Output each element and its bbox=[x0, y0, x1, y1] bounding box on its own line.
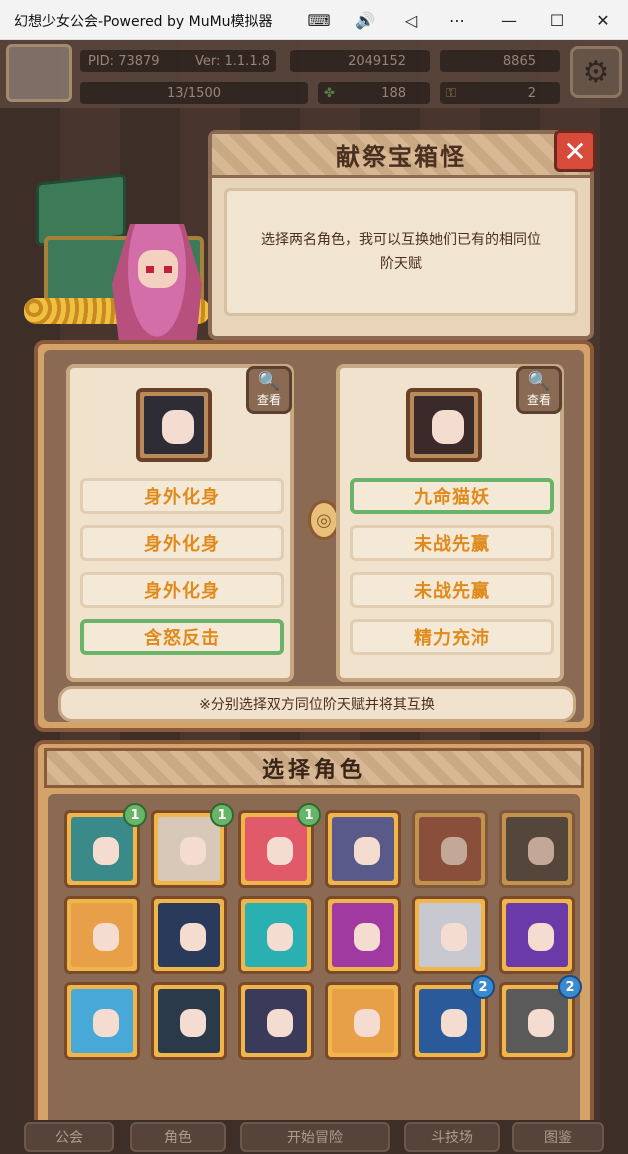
pid-text: PID: 73879 bbox=[88, 53, 160, 69]
right-talent-2[interactable]: 未战先赢 bbox=[350, 525, 554, 561]
gem-counter: 8865 bbox=[440, 50, 560, 72]
right-talent-4[interactable]: 精力充沛 bbox=[350, 619, 554, 655]
character-card[interactable]: 1 bbox=[151, 803, 234, 888]
character-card[interactable] bbox=[64, 896, 140, 974]
talent-count-badge: 1 bbox=[297, 803, 321, 827]
left-view-button[interactable]: 🔍 查看 bbox=[246, 366, 292, 414]
clover-counter: ✤ 188 bbox=[318, 82, 430, 104]
back-icon[interactable]: ◁ bbox=[398, 8, 424, 32]
window-title: 幻想少女公会-Powered by MuMu模拟器 bbox=[14, 14, 273, 30]
gold-counter: 2049152 bbox=[290, 50, 430, 72]
character-card[interactable]: 1 bbox=[64, 803, 147, 888]
level-progress-text: 13/1500 bbox=[166, 85, 221, 101]
character-card[interactable] bbox=[151, 982, 227, 1060]
character-card[interactable] bbox=[238, 896, 314, 974]
talent-swap-panel: 🔍 查看 身外化身 身外化身 身外化身 含怒反击 ◎ 🔍 查看 九命猫妖 未战先… bbox=[34, 340, 594, 732]
right-character-portrait[interactable] bbox=[406, 388, 482, 462]
talent-count-badge: 2 bbox=[471, 975, 495, 999]
nav-guild[interactable]: 公会 bbox=[24, 1122, 114, 1152]
left-talent-2[interactable]: 身外化身 bbox=[80, 525, 284, 561]
left-talent-1[interactable]: 身外化身 bbox=[80, 478, 284, 514]
pid-box: PID: 73879 Ver: 1.1.1.8 bbox=[80, 50, 276, 72]
mimic-chest-art bbox=[24, 173, 210, 374]
keyboard-icon[interactable]: ⌨ bbox=[306, 8, 332, 32]
gold-value: 2049152 bbox=[348, 53, 406, 69]
window-titlebar: 幻想少女公会-Powered by MuMu模拟器 ⌨ 🔊 ◁ ⋯ — ☐ ✕ bbox=[0, 0, 628, 40]
character-card[interactable] bbox=[64, 982, 140, 1060]
nav-codex[interactable]: 图鉴 bbox=[512, 1122, 604, 1152]
volume-icon[interactable]: 🔊 bbox=[352, 8, 378, 32]
clover-icon: ✤ bbox=[324, 85, 335, 101]
left-character-portrait[interactable] bbox=[136, 388, 212, 462]
clover-value: 188 bbox=[381, 85, 406, 101]
character-card[interactable]: 2 bbox=[412, 975, 495, 1060]
character-card[interactable] bbox=[151, 896, 227, 974]
dialog-title: 献祭宝箱怪 bbox=[212, 134, 590, 178]
right-talent-3[interactable]: 未战先赢 bbox=[350, 572, 554, 608]
magnify-icon: 🔍 bbox=[257, 370, 281, 392]
character-grid: 1 1 1 2 2 bbox=[64, 803, 582, 1072]
character-select-panel: 选择角色 11122 筛选 ↻ 200 bbox=[34, 740, 594, 1154]
character-card[interactable]: 1 bbox=[238, 803, 321, 888]
top-hud: PID: 73879 Ver: 1.1.1.8 13/1500 2049152 … bbox=[0, 40, 628, 108]
player-avatar[interactable] bbox=[6, 44, 72, 102]
character-card[interactable] bbox=[412, 896, 488, 974]
key-icon: ⚿ bbox=[446, 85, 456, 101]
character-card[interactable] bbox=[238, 982, 314, 1060]
level-progress: 13/1500 bbox=[80, 82, 308, 104]
version-text: Ver: 1.1.1.8 bbox=[195, 53, 270, 69]
dialog-description: 选择两名角色，我可以互换她们已有的相同位阶天赋 bbox=[224, 188, 578, 316]
game-viewport: PID: 73879 Ver: 1.1.1.8 13/1500 2049152 … bbox=[0, 40, 628, 1154]
maximize-icon[interactable]: ☐ bbox=[544, 8, 570, 32]
gear-icon[interactable]: ⚙ bbox=[570, 46, 622, 98]
character-card[interactable] bbox=[499, 810, 575, 888]
left-talent-4[interactable]: 含怒反击 bbox=[80, 619, 284, 655]
nav-character[interactable]: 角色 bbox=[130, 1122, 226, 1152]
talent-count-badge: 1 bbox=[123, 803, 147, 827]
character-card[interactable] bbox=[325, 982, 401, 1060]
bottom-nav: 公会 角色 开始冒险 斗技场 图鉴 bbox=[0, 1120, 628, 1154]
left-character-side: 🔍 查看 身外化身 身外化身 身外化身 含怒反击 bbox=[66, 364, 294, 682]
close-icon[interactable]: ✕ bbox=[554, 130, 596, 172]
talent-count-badge: 1 bbox=[210, 803, 234, 827]
magnify-icon: 🔍 bbox=[527, 370, 551, 392]
key-counter: ⚿ 2 bbox=[440, 82, 560, 104]
character-card[interactable] bbox=[499, 896, 575, 974]
right-talent-1[interactable]: 九命猫妖 bbox=[350, 478, 554, 514]
minimize-icon[interactable]: — bbox=[496, 8, 522, 32]
chest-dialog-header: 献祭宝箱怪 ✕ 选择两名角色，我可以互换她们已有的相同位阶天赋 bbox=[208, 130, 596, 340]
close-window-icon[interactable]: ✕ bbox=[590, 8, 616, 32]
right-view-button[interactable]: 🔍 查看 bbox=[516, 366, 562, 414]
talent-count-badge: 2 bbox=[558, 975, 582, 999]
nav-start-adventure[interactable]: 开始冒险 bbox=[240, 1122, 390, 1152]
character-card[interactable] bbox=[412, 810, 488, 888]
key-value: 2 bbox=[527, 85, 536, 101]
select-title: 选择角色 bbox=[44, 748, 584, 788]
character-card[interactable]: 2 bbox=[499, 975, 582, 1060]
character-card[interactable] bbox=[325, 810, 401, 888]
nav-arena[interactable]: 斗技场 bbox=[404, 1122, 500, 1152]
right-character-side: 🔍 查看 九命猫妖 未战先赢 未战先赢 精力充沛 bbox=[336, 364, 564, 682]
character-card[interactable] bbox=[325, 896, 401, 974]
swap-note: ※分别选择双方同位阶天赋并将其互换 bbox=[58, 686, 576, 722]
left-talent-3[interactable]: 身外化身 bbox=[80, 572, 284, 608]
gem-value: 8865 bbox=[502, 53, 536, 69]
more-icon[interactable]: ⋯ bbox=[444, 8, 470, 32]
